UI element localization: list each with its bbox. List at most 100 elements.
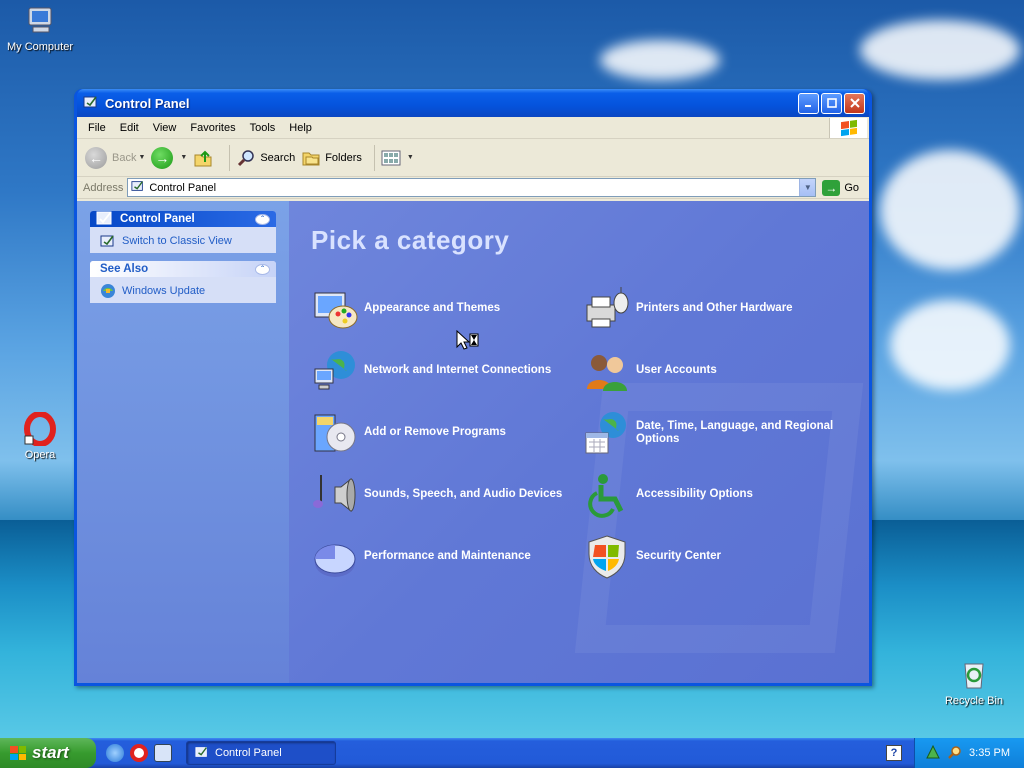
folders-label: Folders bbox=[325, 151, 362, 164]
desktop-icon-label: Opera bbox=[24, 449, 56, 461]
back-label: Back bbox=[112, 151, 137, 164]
category-label: Add or Remove Programs bbox=[364, 426, 506, 439]
panel-title: Control Panel bbox=[120, 213, 195, 225]
category-sounds-speech-audio[interactable]: Sounds, Speech, and Audio Devices bbox=[311, 464, 583, 526]
computer-icon bbox=[23, 4, 57, 38]
network-tray-icon[interactable] bbox=[925, 744, 941, 763]
address-bar: Address Control Panel ▼ → Go bbox=[77, 177, 869, 199]
go-arrow-icon: → bbox=[822, 179, 841, 196]
clock[interactable]: 3:35 PM bbox=[969, 747, 1010, 759]
menu-edit[interactable]: Edit bbox=[113, 120, 146, 136]
desktop-icon-my-computer[interactable]: My Computer bbox=[0, 4, 80, 53]
task-link-label: Switch to Classic View bbox=[122, 235, 232, 247]
search-tray-icon[interactable] bbox=[947, 744, 963, 763]
windows-update-icon bbox=[100, 283, 116, 299]
menu-bar: File Edit View Favorites Tools Help bbox=[77, 117, 869, 139]
chevron-down-icon: ▼ bbox=[406, 154, 414, 161]
go-button[interactable]: → Go bbox=[822, 179, 859, 196]
views-icon bbox=[381, 148, 401, 168]
address-input[interactable]: Control Panel ▼ bbox=[127, 178, 817, 197]
category-view: Pick a category Appearance and Themes Pr… bbox=[289, 201, 869, 683]
forward-button[interactable]: → ▼ bbox=[151, 146, 187, 169]
toolbar: ← Back ▼ → ▼ Search Folders ▼ bbox=[77, 139, 869, 177]
cloud-decoration bbox=[880, 150, 1020, 270]
start-label: start bbox=[32, 743, 69, 762]
category-network-and-internet-connections[interactable]: Network and Internet Connections bbox=[311, 340, 583, 402]
search-icon bbox=[236, 148, 256, 168]
category-label: Appearance and Themes bbox=[364, 302, 501, 315]
menu-tools[interactable]: Tools bbox=[243, 120, 283, 136]
window-title: Control Panel bbox=[105, 95, 190, 111]
opera-icon[interactable] bbox=[130, 744, 148, 762]
quick-launch bbox=[106, 744, 172, 762]
see-also-panel: See Also ˆ Windows Update bbox=[90, 261, 276, 303]
cloud-decoration bbox=[600, 40, 720, 80]
category-performance-and-maintenance[interactable]: Performance and Maintenance bbox=[311, 526, 583, 588]
address-value: Control Panel bbox=[149, 181, 217, 194]
folder-up-icon bbox=[193, 148, 213, 168]
desktop-icon-label: My Computer bbox=[6, 41, 74, 53]
control-panel-icon bbox=[131, 179, 145, 196]
menu-favorites[interactable]: Favorites bbox=[183, 120, 242, 136]
category-label: Sounds, Speech, and Audio Devices bbox=[364, 488, 563, 501]
address-label: Address bbox=[83, 181, 124, 194]
category-add-or-remove-programs[interactable]: Add or Remove Programs bbox=[311, 402, 583, 464]
panel-body: Windows Update bbox=[90, 277, 276, 303]
control-panel-icon bbox=[83, 94, 99, 113]
category-appearance-and-themes[interactable]: Appearance and Themes bbox=[311, 278, 583, 340]
minimize-button[interactable] bbox=[798, 92, 819, 114]
chevron-up-icon[interactable]: ˆ bbox=[255, 263, 270, 275]
search-label: Search bbox=[260, 151, 296, 164]
user-accounts-icon bbox=[583, 347, 631, 395]
folders-button[interactable]: Folders bbox=[301, 148, 362, 168]
up-folder-button[interactable] bbox=[193, 148, 217, 168]
task-pane: Control Panel ˆ Switch to Classic View S… bbox=[77, 201, 289, 683]
cloud-decoration bbox=[860, 20, 1020, 80]
taskbar: start Control Panel ? 3:35 PM bbox=[0, 738, 1024, 768]
folders-icon bbox=[301, 148, 321, 168]
recycle-bin-icon bbox=[957, 658, 991, 692]
category-printers-and-other-hardware[interactable]: Printers and Other Hardware bbox=[583, 278, 855, 340]
views-button[interactable]: ▼ bbox=[381, 148, 414, 168]
back-button[interactable]: ← Back ▼ bbox=[85, 146, 146, 169]
title-bar[interactable]: Control Panel bbox=[77, 89, 869, 117]
panel-body: Switch to Classic View bbox=[90, 227, 276, 253]
switch-to-classic-view-link[interactable]: Switch to Classic View bbox=[100, 233, 268, 249]
classic-view-icon bbox=[100, 233, 116, 249]
desktop-icon-opera[interactable]: Opera bbox=[0, 411, 80, 461]
add-remove-programs-icon bbox=[311, 409, 359, 457]
chevron-up-icon[interactable]: ˆ bbox=[255, 213, 270, 225]
menu-view[interactable]: View bbox=[146, 120, 184, 136]
page-title: Pick a category bbox=[311, 225, 510, 255]
menu-file[interactable]: File bbox=[81, 120, 113, 136]
search-button[interactable]: Search bbox=[236, 148, 295, 168]
desktop-icon-recycle-bin[interactable]: Recycle Bin bbox=[934, 658, 1014, 707]
see-also-panel-header[interactable]: See Also ˆ bbox=[90, 261, 276, 277]
category-label: User Accounts bbox=[636, 364, 717, 377]
sound-speaker-icon bbox=[311, 471, 359, 519]
printer-icon bbox=[583, 285, 631, 333]
internet-explorer-icon[interactable] bbox=[106, 744, 124, 762]
control-panel-icon bbox=[96, 210, 116, 229]
address-dropdown-button[interactable]: ▼ bbox=[799, 179, 816, 196]
toolbar-separator bbox=[229, 144, 231, 171]
show-desktop-icon[interactable] bbox=[154, 744, 172, 762]
windows-update-link[interactable]: Windows Update bbox=[100, 283, 268, 299]
system-tray: 3:35 PM bbox=[914, 738, 1024, 768]
close-button[interactable] bbox=[844, 92, 865, 114]
taskbar-item-label: Control Panel bbox=[215, 747, 282, 759]
control-panel-icon bbox=[195, 745, 209, 762]
maximize-button[interactable] bbox=[821, 92, 842, 114]
start-button[interactable]: start bbox=[0, 738, 96, 768]
window-body: File Edit View Favorites Tools Help ← Ba… bbox=[77, 117, 869, 683]
control-panel-panel-header[interactable]: Control Panel ˆ bbox=[90, 210, 276, 229]
accessibility-icon bbox=[583, 471, 631, 519]
cloud-decoration bbox=[890, 300, 1010, 390]
taskbar-item-control-panel[interactable]: Control Panel bbox=[186, 741, 336, 765]
windows-logo-icon bbox=[10, 746, 26, 760]
category-label: Network and Internet Connections bbox=[364, 364, 552, 377]
windows-logo-icon bbox=[829, 118, 867, 138]
help-icon[interactable]: ? bbox=[886, 745, 902, 761]
menu-help[interactable]: Help bbox=[282, 120, 319, 136]
chevron-down-icon: ▼ bbox=[138, 154, 146, 161]
